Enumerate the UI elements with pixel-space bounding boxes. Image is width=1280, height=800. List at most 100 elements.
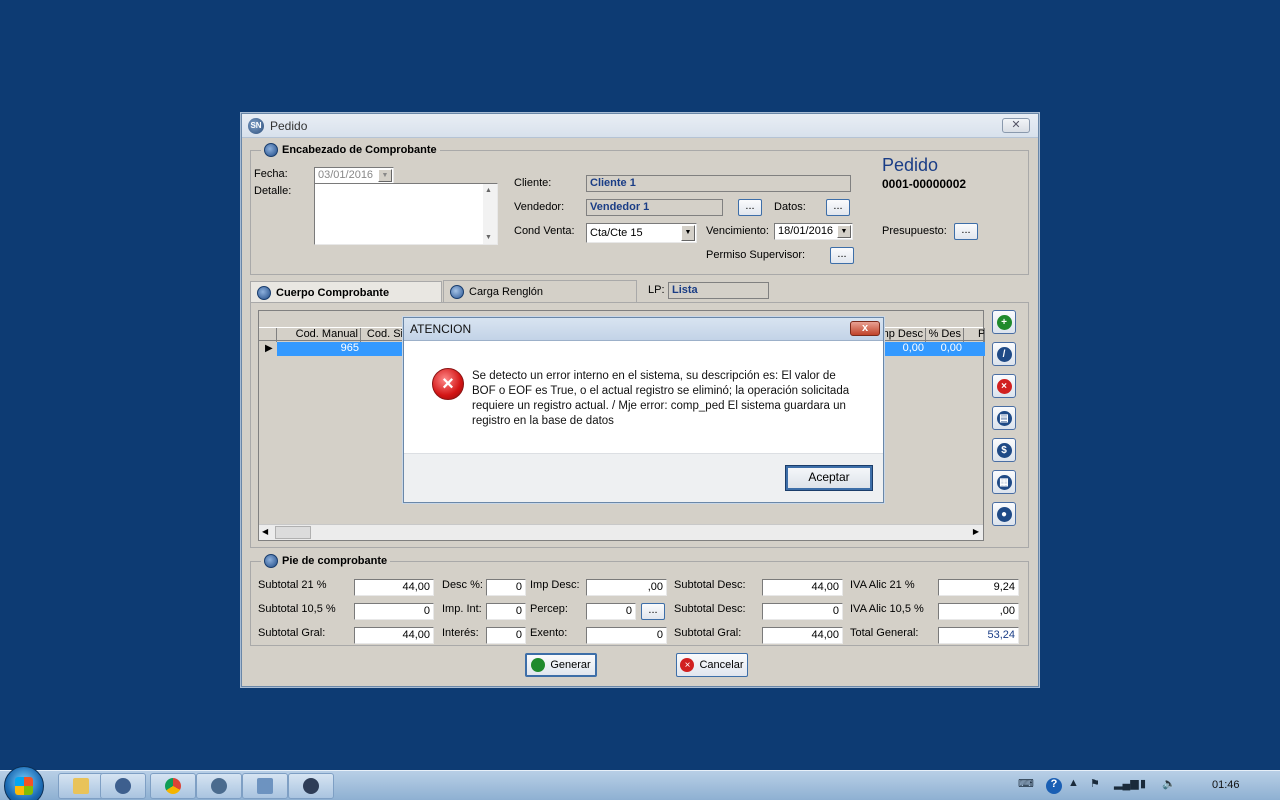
calculator-button[interactable]: ▦ [992,470,1016,494]
chevron-down-icon[interactable]: ▼ [378,169,392,182]
dialog-title[interactable]: ATENCION [404,318,883,341]
imp-int-field[interactable]: 0 [486,603,526,620]
total-general-label: Total General: [850,627,919,639]
total-general-field[interactable]: 53,24 [938,627,1019,644]
grid-horizontal-scrollbar[interactable]: ◀ ▶ [259,524,983,540]
cell-cod-manual[interactable]: 965 [277,342,361,356]
chevron-down-icon[interactable]: ▼ [837,225,851,238]
subtotal-desc-field[interactable]: 44,00 [762,579,843,596]
vendedor-lookup-button[interactable]: ... [738,199,762,216]
footer-section-title: Pie de comprobante [282,555,388,567]
subtotal-gral-2-field[interactable]: 44,00 [762,627,843,644]
iva-105-field[interactable]: ,00 [938,603,1019,620]
scroll-left-icon[interactable]: ◀ [262,527,268,536]
iva-105-label: IVA Alic 10,5 % [850,603,924,615]
detalle-label: Detalle: [254,185,292,197]
detalle-scrollbar[interactable]: ▲ ▼ [483,184,497,244]
generar-button[interactable]: Generar [525,653,597,677]
col-p[interactable]: P [964,328,985,342]
cancelar-button[interactable]: × Cancelar [676,653,748,677]
add-item-button[interactable]: + [992,310,1016,334]
subtotal-desc-label: Subtotal Desc: [674,579,746,591]
imp-desc-field[interactable]: ,00 [586,579,667,596]
taskbar-remote[interactable] [242,773,288,799]
fecha-field[interactable]: 03/01/2016 ▼ [314,167,394,184]
vencimiento-field[interactable]: 18/01/2016 ▼ [774,223,853,240]
pencil-icon: / [996,346,1012,362]
scroll-thumb[interactable] [275,526,311,539]
percep-button[interactable]: ... [641,603,665,620]
percep-field[interactable]: 0 [586,603,636,620]
start-button[interactable] [4,766,44,800]
print-button[interactable]: ▤ [992,406,1016,430]
windows-logo-icon [15,777,33,795]
window-titlebar[interactable]: SN Pedido [242,114,1038,138]
col-cod-manual[interactable]: Cod. Manual [277,328,361,342]
tab-carga-renglon[interactable]: Carga Renglón [443,280,637,302]
taskbar: ⌨ ? ▲ ⚑ ▂▄▆ ▮ 🔈 01:46 [0,766,1280,800]
cell-imp-desc[interactable]: 0,00 [879,342,926,356]
keyboard-icon[interactable]: ⌨ [1018,777,1034,790]
datos-label: Datos: [774,201,806,213]
exento-field[interactable]: 0 [586,627,667,644]
taskbar-chrome[interactable] [150,773,196,799]
vendedor-field[interactable]: Vendedor 1 [586,199,723,216]
subtotal-21-field[interactable]: 44,00 [354,579,434,596]
desc-pct-field[interactable]: 0 [486,579,526,596]
chevron-up-icon[interactable]: ▲ [1068,777,1079,789]
taskbar-app[interactable] [288,773,334,799]
aceptar-button[interactable]: Aceptar [785,465,873,491]
app-logo-icon: SN [248,117,264,134]
cliente-field[interactable]: Cliente 1 [586,175,851,192]
lp-field[interactable]: Lista [668,282,769,299]
chrome-icon [165,778,181,794]
taskbar-settings[interactable] [196,773,242,799]
volume-icon[interactable]: 🔈 [1162,777,1176,790]
scroll-up-icon[interactable]: ▲ [485,187,492,194]
cond-venta-select[interactable]: Cta/Cte 15 ▼ [586,223,697,243]
fecha-label: Fecha: [254,168,288,180]
scroll-down-icon[interactable]: ▼ [485,234,492,241]
user-button[interactable]: ● [992,502,1016,526]
taskbar-app-sn[interactable] [100,773,146,799]
subtotal-105-label: Subtotal 10,5 % [258,603,336,615]
col-pct-desc[interactable]: % Des [926,328,964,342]
permiso-supervisor-button[interactable]: ... [830,247,854,264]
desc-pct-label: Desc %: [442,579,483,591]
network-icon[interactable]: ▂▄▆ [1114,777,1139,790]
cell-pct-desc[interactable]: 0,00 [926,342,964,356]
help-icon[interactable]: ? [1046,778,1062,794]
subtotal-gral-field[interactable]: 44,00 [354,627,434,644]
chevron-down-icon[interactable]: ▼ [681,225,695,241]
price-button[interactable]: $ [992,438,1016,462]
cond-venta-label: Cond Venta: [514,225,575,237]
checklist-icon [450,284,464,299]
presupuesto-label: Presupuesto: [882,225,947,237]
tab-cuerpo-comprobante[interactable]: Cuerpo Comprobante [250,281,442,303]
presupuesto-button[interactable]: ... [954,223,978,240]
datos-button[interactable]: ... [826,199,850,216]
detalle-textarea[interactable]: ▲ ▼ [314,183,498,245]
taskbar-clock[interactable]: 01:46 [1212,779,1240,791]
cancel-icon: × [680,658,695,672]
window-close-button[interactable]: ✕ [1002,118,1030,133]
delete-item-button[interactable]: × [992,374,1016,398]
subtotal-105-field[interactable]: 0 [354,603,434,620]
document-icon [257,285,271,300]
monitor-icon [257,778,273,794]
edit-item-button[interactable]: / [992,342,1016,366]
flag-icon[interactable]: ⚑ [1090,777,1100,790]
scroll-right-icon[interactable]: ▶ [973,527,979,536]
subtotal-desc-2-field[interactable]: 0 [762,603,843,620]
interes-field[interactable]: 0 [486,627,526,644]
iva-21-field[interactable]: 9,24 [938,579,1019,596]
permiso-supervisor-label: Permiso Supervisor: [706,249,806,261]
power-icon[interactable]: ▮ [1140,777,1146,790]
col-imp-desc[interactable]: mp Desc [879,328,926,342]
taskbar-explorer[interactable] [58,773,104,799]
cliente-label: Cliente: [514,177,552,189]
dialog-message: Se detecto un error interno en el sistem… [472,370,850,427]
percep-label: Percep: [530,603,568,615]
dialog-close-button[interactable]: x [850,321,880,336]
col-cod-si[interactable]: Cod. Si [361,328,406,342]
